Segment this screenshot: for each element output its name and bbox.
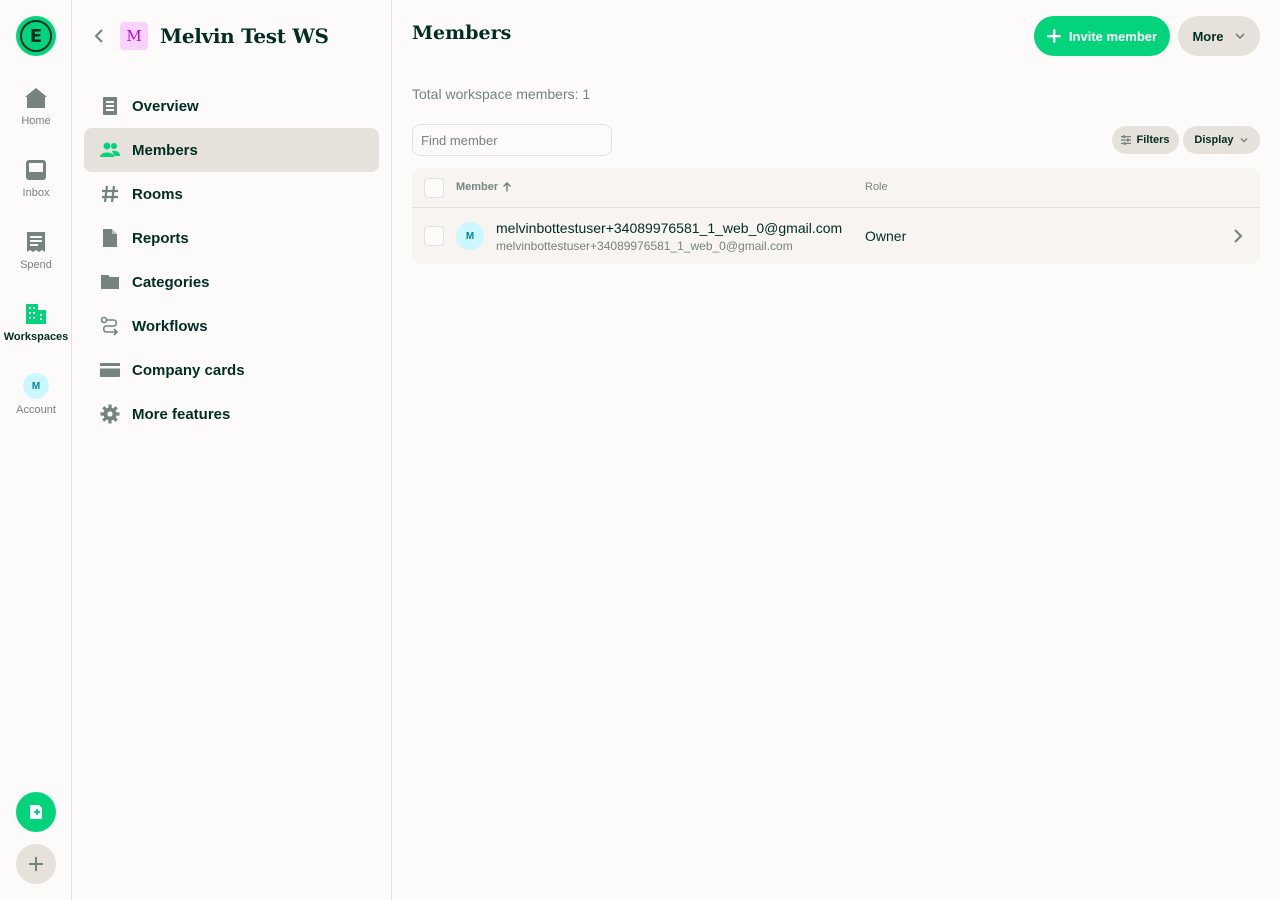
total-members-text: Total workspace members: 1 <box>412 86 591 102</box>
member-role: Owner <box>865 228 907 244</box>
menu-label: Rooms <box>132 185 183 203</box>
gear-icon <box>100 404 120 424</box>
menu-label: Reports <box>132 229 189 247</box>
card-icon <box>100 363 120 377</box>
menu-label: Categories <box>132 273 210 291</box>
display-button[interactable]: Display <box>1183 126 1260 154</box>
menu-item-company-cards[interactable]: Company cards <box>84 348 379 392</box>
rail-item-workspaces[interactable]: Workspaces <box>0 302 72 343</box>
rail-label-workspaces: Workspaces <box>3 331 69 343</box>
filters-label: Filters <box>1136 134 1170 146</box>
filters-button[interactable]: Filters <box>1112 126 1179 154</box>
menu-item-overview[interactable]: Overview <box>84 84 379 128</box>
rail-item-account[interactable]: M Account <box>0 373 72 416</box>
document-icon <box>103 229 117 247</box>
hashtag-icon <box>102 185 118 203</box>
plus-icon <box>29 857 43 871</box>
menu-item-categories[interactable]: Categories <box>84 260 379 304</box>
folder-icon <box>101 275 119 289</box>
inbox-icon <box>26 160 46 180</box>
menu-item-rooms[interactable]: Rooms <box>84 172 379 216</box>
rail-label-home: Home <box>21 115 51 127</box>
sort-arrow-up-icon <box>503 182 512 192</box>
member-email: melvinbottestuser+34089976581_1_web_0@gm… <box>496 239 793 253</box>
home-icon <box>25 88 47 108</box>
column-header-member[interactable]: Member <box>456 181 512 193</box>
menu-label: Workflows <box>132 317 208 335</box>
workflow-icon <box>100 316 119 336</box>
rail-label-inbox: Inbox <box>22 187 50 199</box>
chevron-down-icon <box>1234 33 1245 40</box>
workspace-name: Melvin Test WS <box>160 24 329 48</box>
chevron-right-icon <box>1234 229 1243 243</box>
members-table: Member Role M melvinbottestuser+34089976… <box>412 168 1260 264</box>
menu-item-more-features[interactable]: More features <box>84 392 379 436</box>
workspace-avatar: M <box>120 22 148 50</box>
rail-label-spend: Spend <box>20 259 52 271</box>
logo-letter: E <box>20 20 52 52</box>
left-rail: E Home Inbox Spend Workspaces M Account <box>0 0 72 900</box>
building-icon <box>26 304 46 324</box>
invite-member-label: Invite member <box>1068 28 1158 44</box>
avatar: M <box>23 373 49 399</box>
column-header-role: Role <box>865 181 888 193</box>
menu-item-workflows[interactable]: Workflows <box>84 304 379 348</box>
column-member-label: Member <box>456 181 499 193</box>
menu-label: Overview <box>132 97 199 115</box>
receipt-icon <box>27 232 45 252</box>
more-button[interactable]: More <box>1178 16 1260 56</box>
more-label: More <box>1192 28 1224 44</box>
table-header: Member Role <box>412 168 1260 208</box>
new-expense-button[interactable] <box>16 792 56 832</box>
workspace-panel: M Melvin Test WS Overview Members Rooms … <box>72 0 392 900</box>
rail-item-spend[interactable]: Spend <box>0 230 72 271</box>
overview-icon <box>103 97 117 115</box>
row-checkbox[interactable] <box>424 226 444 246</box>
avatar: M <box>456 222 484 250</box>
users-icon <box>100 142 120 157</box>
search-input[interactable] <box>412 124 612 156</box>
menu-label: More features <box>132 405 231 423</box>
menu-item-reports[interactable]: Reports <box>84 216 379 260</box>
rail-label-account: Account <box>16 404 56 416</box>
rail-item-inbox[interactable]: Inbox <box>0 158 72 199</box>
menu-label: Company cards <box>132 361 245 379</box>
rail-item-home[interactable]: Home <box>0 86 72 127</box>
page-title: Members <box>412 22 512 44</box>
chevron-down-icon <box>1240 138 1248 143</box>
workspace-header: M Melvin Test WS <box>92 20 329 52</box>
create-button[interactable] <box>16 844 56 884</box>
display-label: Display <box>1194 134 1234 146</box>
table-row[interactable]: M melvinbottestuser+34089976581_1_web_0@… <box>412 208 1260 264</box>
new-expense-icon <box>30 805 42 819</box>
workspace-menu: Overview Members Rooms Reports Categorie… <box>84 84 379 436</box>
member-name: melvinbottestuser+34089976581_1_web_0@gm… <box>496 220 843 236</box>
expensify-logo[interactable]: E <box>16 16 56 56</box>
filter-icon <box>1121 135 1132 145</box>
back-arrow-icon[interactable] <box>92 28 108 44</box>
plus-icon <box>1046 29 1061 43</box>
invite-member-button[interactable]: Invite member <box>1034 16 1170 56</box>
main-content: Members Invite member More Total workspa… <box>392 0 1280 900</box>
menu-item-members[interactable]: Members <box>84 128 379 172</box>
menu-label: Members <box>132 141 198 159</box>
select-all-checkbox[interactable] <box>424 178 444 198</box>
